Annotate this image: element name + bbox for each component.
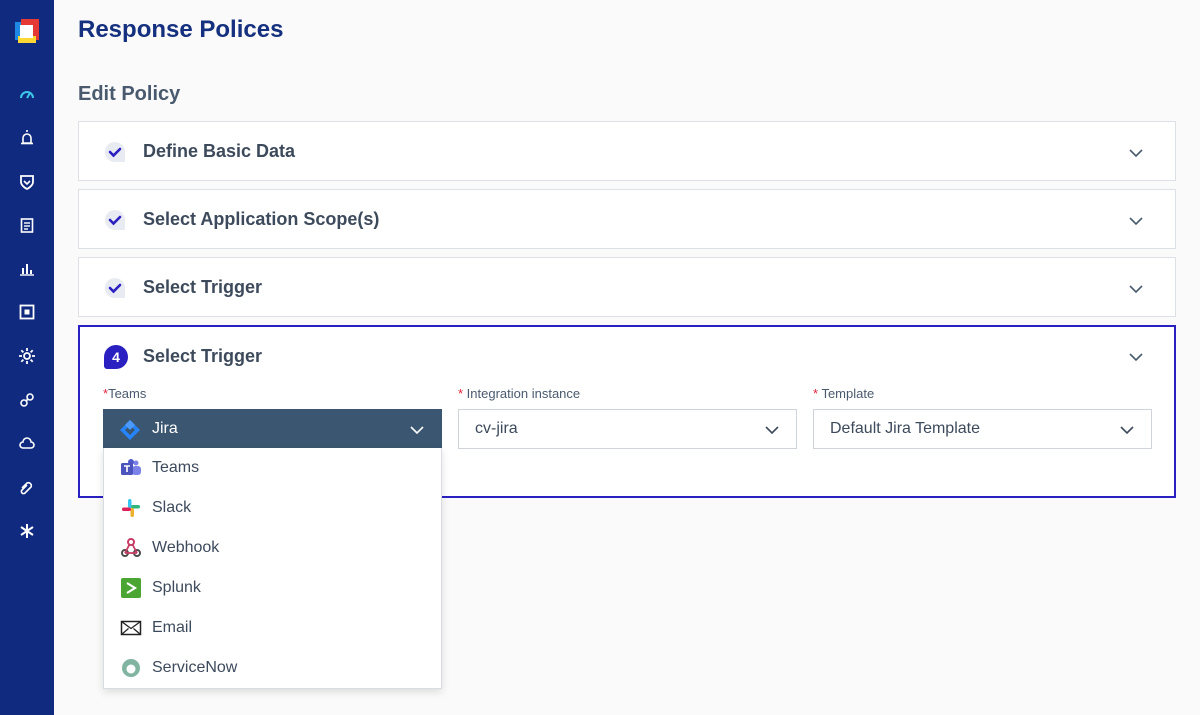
option-label: Webhook — [152, 539, 220, 556]
webhook-icon — [121, 538, 141, 557]
email-icon — [120, 620, 142, 636]
clipboard-icon[interactable] — [14, 212, 40, 238]
box-icon[interactable] — [14, 299, 40, 325]
page-title: Response Polices — [78, 16, 284, 43]
asterisk-icon[interactable] — [14, 518, 40, 544]
chevron-down-icon[interactable] — [1127, 348, 1145, 366]
integration-instance-select[interactable]: cv-jira — [458, 409, 797, 449]
check-icon — [105, 278, 125, 298]
teams-select[interactable]: Jira — [103, 409, 442, 449]
chevron-down-icon — [1120, 426, 1134, 435]
slack-icon — [122, 499, 140, 517]
dropdown-option-splunk[interactable]: Splunk — [104, 568, 441, 608]
chevron-down-icon[interactable] — [1127, 212, 1145, 230]
step-define-basic-data[interactable]: Define Basic Data — [78, 121, 1176, 181]
step-label: Define Basic Data — [143, 141, 296, 161]
dropdown-option-email[interactable]: Email — [104, 608, 441, 648]
step-label: Select Trigger — [143, 346, 263, 366]
check-icon — [105, 142, 125, 162]
teams-dropdown-menu: Teams Slack Webhook Splunk Email Service… — [103, 448, 442, 689]
check-icon — [105, 210, 125, 230]
teams-label: *Teams — [103, 386, 147, 401]
option-label: Teams — [152, 459, 200, 476]
option-label: Email — [152, 619, 193, 636]
option-label: Slack — [152, 499, 192, 516]
step-select-application-scope[interactable]: Select Application Scope(s) — [78, 189, 1176, 249]
integration-label: * Integration instance — [458, 386, 581, 401]
dashboard-icon[interactable] — [14, 82, 40, 108]
dropdown-option-servicenow[interactable]: ServiceNow — [104, 648, 441, 688]
chevron-down-icon — [765, 426, 779, 435]
app-logo[interactable] — [12, 16, 42, 46]
bar-chart-icon[interactable] — [14, 256, 40, 282]
sidebar — [0, 0, 54, 715]
integration-value: cv-jira — [475, 420, 518, 437]
option-label: Splunk — [152, 579, 201, 596]
servicenow-icon — [122, 659, 140, 677]
step-number-badge: 4 — [104, 345, 128, 369]
paperclip-icon[interactable] — [14, 474, 40, 500]
gear-icon[interactable] — [14, 343, 40, 369]
section-title: Edit Policy — [78, 83, 181, 105]
shield-icon[interactable] — [14, 169, 40, 195]
link-icon[interactable] — [14, 387, 40, 413]
template-value: Default Jira Template — [830, 420, 980, 437]
chevron-down-icon[interactable] — [1127, 144, 1145, 162]
step-label: Select Trigger — [143, 277, 263, 297]
template-label: * Template — [813, 386, 875, 401]
jira-icon — [120, 420, 140, 440]
dropdown-option-teams[interactable]: Teams — [104, 448, 441, 488]
cloud-icon[interactable] — [14, 430, 40, 456]
step-select-trigger[interactable]: Select Trigger — [78, 257, 1176, 317]
chevron-down-icon[interactable] — [1127, 280, 1145, 298]
teams-value: Jira — [152, 420, 178, 437]
ms-teams-icon — [121, 459, 141, 475]
dropdown-option-slack[interactable]: Slack — [104, 488, 441, 528]
splunk-icon — [121, 578, 141, 598]
chevron-down-icon — [410, 426, 424, 435]
step-label: Select Application Scope(s) — [143, 209, 380, 229]
alarm-icon[interactable] — [14, 125, 40, 151]
template-select[interactable]: Default Jira Template — [813, 409, 1152, 449]
dropdown-option-webhook[interactable]: Webhook — [104, 528, 441, 568]
option-label: ServiceNow — [152, 659, 238, 676]
